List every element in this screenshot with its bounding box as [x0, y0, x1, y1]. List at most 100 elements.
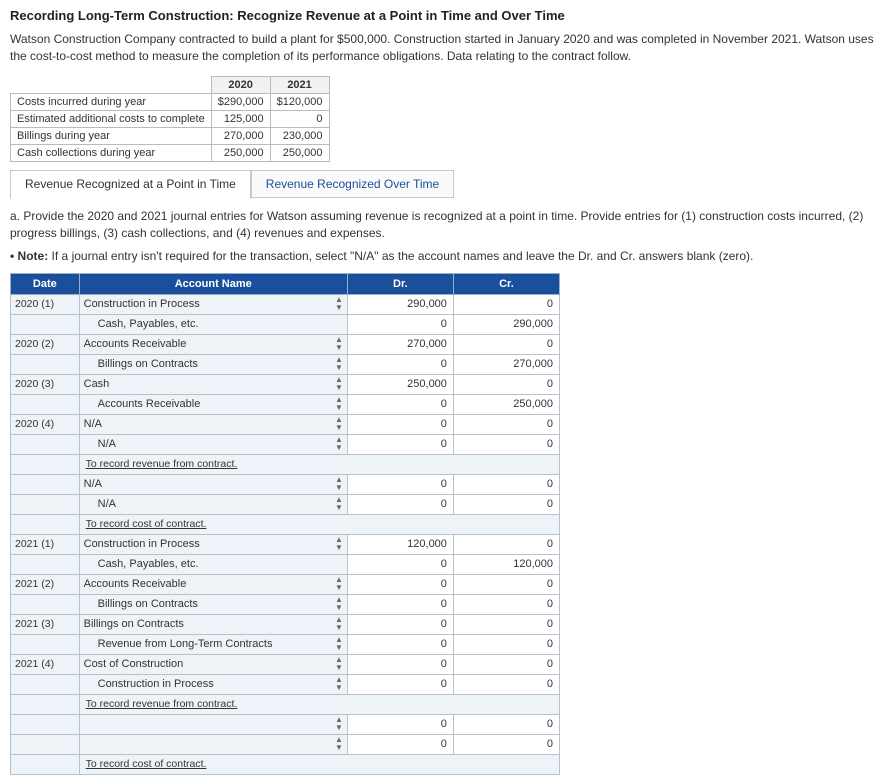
contract-data-table: 2020 2021 Costs incurred during year $29…: [10, 76, 330, 162]
account-select[interactable]: Accounts Receivable▲ ▼: [79, 394, 347, 414]
col-2020: 2020: [211, 76, 270, 93]
hdr-account: Account Name: [79, 273, 347, 294]
journal-row: Accounts Receivable▲ ▼0250,000: [11, 394, 560, 414]
account-select[interactable]: ▲ ▼: [79, 734, 347, 754]
journal-row: Revenue from Long-Term Contracts▲ ▼00: [11, 634, 560, 654]
date-cell: [11, 594, 80, 614]
cr-input[interactable]: 120,000: [453, 554, 559, 574]
tab-point-in-time[interactable]: Revenue Recognized at a Point in Time: [10, 170, 251, 199]
dr-input[interactable]: 0: [347, 734, 453, 754]
account-select[interactable]: Billings on Contracts▲ ▼: [79, 594, 347, 614]
account-select[interactable]: Construction in Process▲ ▼: [79, 294, 347, 314]
cr-input[interactable]: 250,000: [453, 394, 559, 414]
account-select[interactable]: N/A▲ ▼: [79, 434, 347, 454]
date-cell: [11, 554, 80, 574]
account-select[interactable]: Revenue from Long-Term Contracts▲ ▼: [79, 634, 347, 654]
dr-input[interactable]: 0: [347, 474, 453, 494]
dr-input[interactable]: 0: [347, 714, 453, 734]
dropdown-caret-icon: ▲ ▼: [335, 476, 343, 492]
account-select[interactable]: Cost of Construction▲ ▼: [79, 654, 347, 674]
dr-input[interactable]: 0: [347, 614, 453, 634]
cr-input[interactable]: 0: [453, 474, 559, 494]
cr-input[interactable]: 0: [453, 714, 559, 734]
cr-input[interactable]: 0: [453, 574, 559, 594]
dropdown-caret-icon: ▲ ▼: [335, 376, 343, 392]
account-select[interactable]: Billings on Contracts▲ ▼: [79, 614, 347, 634]
memo-cell: To record revenue from contract.: [79, 694, 559, 714]
cr-input[interactable]: 0: [453, 654, 559, 674]
memo-cell: To record revenue from contract.: [79, 454, 559, 474]
dr-input[interactable]: 0: [347, 394, 453, 414]
journal-row: Construction in Process▲ ▼00: [11, 674, 560, 694]
page-title: Recording Long-Term Construction: Recogn…: [10, 8, 883, 23]
journal-row: 2020 (2)Accounts Receivable▲ ▼270,0000: [11, 334, 560, 354]
journal-row: 2020 (3)Cash▲ ▼250,0000: [11, 374, 560, 394]
hdr-cr: Cr.: [453, 273, 559, 294]
dr-input[interactable]: 250,000: [347, 374, 453, 394]
date-cell: [11, 634, 80, 654]
cr-input[interactable]: 0: [453, 634, 559, 654]
dr-input[interactable]: 0: [347, 654, 453, 674]
cr-input[interactable]: 0: [453, 334, 559, 354]
dropdown-caret-icon: ▲ ▼: [335, 536, 343, 552]
cr-input[interactable]: 0: [453, 734, 559, 754]
journal-row: N/A▲ ▼00: [11, 494, 560, 514]
date-cell: 2020 (3): [11, 374, 80, 394]
account-select[interactable]: ▲ ▼: [79, 714, 347, 734]
date-cell: [11, 354, 80, 374]
dropdown-caret-icon: ▲ ▼: [335, 616, 343, 632]
account-select[interactable]: N/A▲ ▼: [79, 414, 347, 434]
date-cell: [11, 754, 80, 774]
date-cell: [11, 454, 80, 474]
journal-row: N/A▲ ▼00: [11, 474, 560, 494]
account-select[interactable]: Accounts Receivable▲ ▼: [79, 334, 347, 354]
cr-input[interactable]: 0: [453, 614, 559, 634]
account-select[interactable]: Construction in Process▲ ▼: [79, 534, 347, 554]
intro-text: Watson Construction Company contracted t…: [10, 31, 883, 66]
dr-input[interactable]: 0: [347, 494, 453, 514]
question-prompt: a. Provide the 2020 and 2021 journal ent…: [10, 208, 883, 243]
journal-row: Cash, Payables, etc.0120,000: [11, 554, 560, 574]
dr-input[interactable]: 0: [347, 414, 453, 434]
journal-row: ▲ ▼00: [11, 714, 560, 734]
dr-input[interactable]: 290,000: [347, 294, 453, 314]
cr-input[interactable]: 0: [453, 674, 559, 694]
cr-input[interactable]: 0: [453, 414, 559, 434]
dr-input[interactable]: 0: [347, 434, 453, 454]
cr-input[interactable]: 0: [453, 374, 559, 394]
dropdown-caret-icon: ▲ ▼: [335, 596, 343, 612]
account-select[interactable]: N/A▲ ▼: [79, 474, 347, 494]
dropdown-caret-icon: ▲ ▼: [335, 356, 343, 372]
dr-input[interactable]: 0: [347, 574, 453, 594]
dr-input[interactable]: 0: [347, 354, 453, 374]
hdr-date: Date: [11, 273, 80, 294]
dropdown-caret-icon: ▲ ▼: [335, 656, 343, 672]
account-select[interactable]: Accounts Receivable▲ ▼: [79, 574, 347, 594]
dr-input[interactable]: 120,000: [347, 534, 453, 554]
account-select[interactable]: Billings on Contracts▲ ▼: [79, 354, 347, 374]
dr-input[interactable]: 0: [347, 634, 453, 654]
cr-input[interactable]: 270,000: [453, 354, 559, 374]
note-text: Note: If a journal entry isn't required …: [10, 249, 883, 263]
account-select[interactable]: Construction in Process▲ ▼: [79, 674, 347, 694]
dr-input[interactable]: 0: [347, 554, 453, 574]
date-cell: [11, 714, 80, 734]
cr-input[interactable]: 0: [453, 294, 559, 314]
dr-input[interactable]: 0: [347, 674, 453, 694]
date-cell: 2020 (2): [11, 334, 80, 354]
dropdown-caret-icon: ▲ ▼: [335, 416, 343, 432]
cr-input[interactable]: 290,000: [453, 314, 559, 334]
data-row: Costs incurred during year $290,000 $120…: [11, 93, 330, 110]
dr-input[interactable]: 0: [347, 594, 453, 614]
cr-input[interactable]: 0: [453, 494, 559, 514]
cr-input[interactable]: 0: [453, 434, 559, 454]
journal-row: To record revenue from contract.: [11, 454, 560, 474]
account-select[interactable]: Cash▲ ▼: [79, 374, 347, 394]
tab-over-time[interactable]: Revenue Recognized Over Time: [251, 170, 454, 198]
dr-input[interactable]: 270,000: [347, 334, 453, 354]
cr-input[interactable]: 0: [453, 594, 559, 614]
journal-row: Cash, Payables, etc.0290,000: [11, 314, 560, 334]
cr-input[interactable]: 0: [453, 534, 559, 554]
account-select[interactable]: N/A▲ ▼: [79, 494, 347, 514]
dr-input[interactable]: 0: [347, 314, 453, 334]
